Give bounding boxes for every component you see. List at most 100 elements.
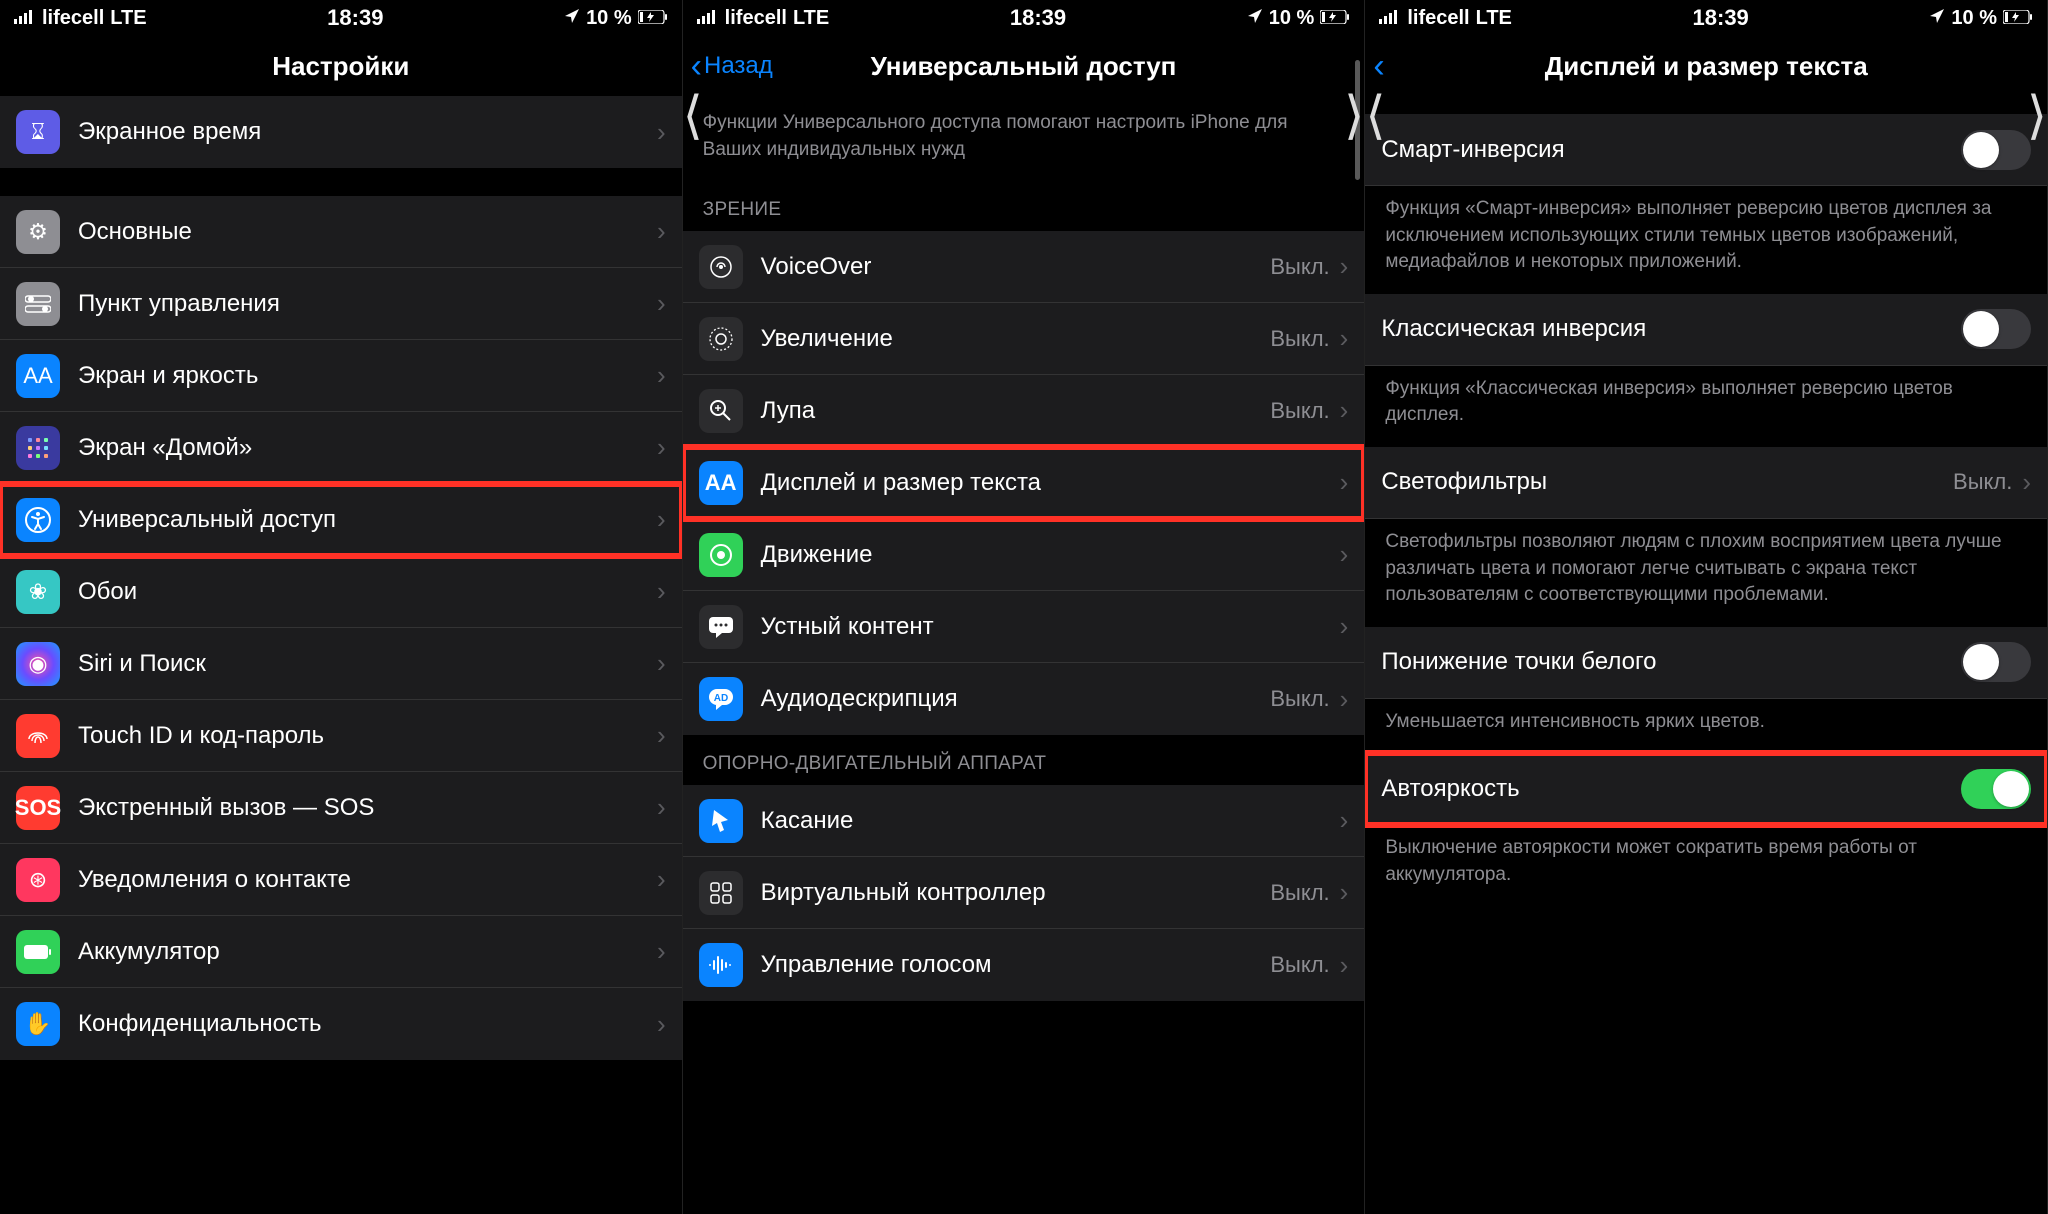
value: Выкл. — [1270, 398, 1329, 424]
label: Универсальный доступ — [78, 506, 657, 534]
network-label: LTE — [793, 7, 829, 30]
label: VoiceOver — [761, 253, 1271, 281]
row-voiceover[interactable]: VoiceOver Выкл. › — [683, 231, 1365, 303]
row-privacy[interactable]: ✋ Конфиденциальность › — [0, 988, 682, 1060]
label: Касание — [761, 807, 1340, 835]
row-display-text-size[interactable]: AA Дисплей и размер текста › — [683, 447, 1365, 519]
row-auto-brightness[interactable]: Автояркость — [1365, 753, 2047, 825]
screen-settings: lifecell LTE 18:39 10 % Настройки ⌛︎ Экр… — [0, 0, 683, 1214]
page-title: Дисплей и размер текста — [1545, 51, 1868, 82]
siri-icon: ◉ — [16, 642, 60, 686]
row-display-brightness[interactable]: AA Экран и яркость › — [0, 340, 682, 412]
back-button[interactable]: ‹ — [1373, 49, 1384, 83]
chevron-right-icon: › — [657, 504, 666, 535]
section-motor: ОПОРНО-ДВИГАТЕЛЬНЫЙ АППАРАТ — [683, 735, 1365, 785]
row-touch[interactable]: Касание › — [683, 785, 1365, 857]
battery-label: 10 % — [1269, 7, 1315, 30]
swipe-right-icon: ⟩ — [2027, 90, 2047, 142]
settings-list[interactable]: ⌛︎ Экранное время › ⚙︎ Основные › Пункт … — [0, 96, 682, 1214]
nav-header: Настройки — [0, 36, 682, 96]
nav-header: ‹ Назад Универсальный доступ — [683, 36, 1365, 96]
row-home-screen[interactable]: Экран «Домой» › — [0, 412, 682, 484]
row-voice-control[interactable]: Управление голосом Выкл. › — [683, 929, 1365, 1001]
color-filters-desc: Светофильтры позволяют людям с плохим во… — [1365, 519, 2047, 627]
row-exposure[interactable]: ⊛ Уведомления о контакте › — [0, 844, 682, 916]
label: Классическая инверсия — [1381, 315, 1961, 343]
row-siri-search[interactable]: ◉ Siri и Поиск › — [0, 628, 682, 700]
label: Понижение точки белого — [1381, 648, 1961, 676]
row-reduce-white-point[interactable]: Понижение точки белого — [1365, 627, 2047, 699]
battery-icon — [2003, 7, 2033, 30]
row-switch-control[interactable]: Виртуальный контроллер Выкл. › — [683, 857, 1365, 929]
value: Выкл. — [1953, 469, 2012, 495]
status-bar: lifecell LTE 18:39 10 % — [0, 0, 682, 36]
toggle-smart-invert[interactable] — [1961, 130, 2031, 170]
chevron-right-icon: › — [1340, 251, 1349, 282]
display-settings-list[interactable]: Смарт-инверсия Функция «Смарт-инверсия» … — [1365, 96, 2047, 1214]
label: Автояркость — [1381, 775, 1961, 803]
row-control-center[interactable]: Пункт управления › — [0, 268, 682, 340]
status-bar: lifecell LTE 18:39 10 % — [683, 0, 1365, 36]
chevron-right-icon: › — [657, 432, 666, 463]
chevron-left-icon: ‹ — [1373, 49, 1384, 83]
carrier-label: lifecell — [42, 7, 104, 30]
hand-icon: ✋ — [16, 1002, 60, 1046]
status-bar: lifecell LTE 18:39 10 % — [1365, 0, 2047, 36]
chevron-right-icon: › — [657, 216, 666, 247]
back-button[interactable]: ‹ Назад — [691, 49, 773, 83]
row-zoom[interactable]: Увеличение Выкл. › — [683, 303, 1365, 375]
label: Экранное время — [78, 118, 657, 146]
svg-text:AD: AD — [713, 693, 727, 704]
row-wallpaper[interactable]: ❀ Обои › — [0, 556, 682, 628]
battery-label: 10 % — [586, 7, 632, 30]
row-spoken[interactable]: Устный контент › — [683, 591, 1365, 663]
chevron-right-icon: › — [657, 720, 666, 751]
pointer-icon — [699, 799, 743, 843]
label: Движение — [761, 541, 1340, 569]
carrier-label: lifecell — [1407, 7, 1469, 30]
smart-invert-desc: Функция «Смарт-инверсия» выполняет ревер… — [1365, 186, 2047, 294]
chevron-right-icon: › — [657, 360, 666, 391]
row-screen-time[interactable]: ⌛︎ Экранное время › — [0, 96, 682, 168]
gear-icon: ⚙︎ — [16, 210, 60, 254]
waveform-icon — [699, 943, 743, 987]
chevron-right-icon: › — [657, 864, 666, 895]
row-magnifier[interactable]: Лупа Выкл. › — [683, 375, 1365, 447]
row-audio-description[interactable]: AD Аудиодескрипция Выкл. › — [683, 663, 1365, 735]
row-touch-id[interactable]: Touch ID и код-пароль › — [0, 700, 682, 772]
row-smart-invert[interactable]: Смарт-инверсия — [1365, 114, 2047, 186]
toggle-auto-brightness[interactable] — [1961, 769, 2031, 809]
zoom-icon — [699, 317, 743, 361]
row-battery[interactable]: Аккумулятор › — [0, 916, 682, 988]
speech-bubble-icon — [699, 605, 743, 649]
signal-icon — [697, 7, 719, 30]
label: Обои — [78, 578, 657, 606]
screen-accessibility: ⟨ ⟩ lifecell LTE 18:39 10 % ‹ Назад Унив… — [683, 0, 1366, 1214]
battery-icon — [638, 7, 668, 30]
label: Увеличение — [761, 325, 1271, 353]
value: Выкл. — [1270, 254, 1329, 280]
label: Аккумулятор — [78, 938, 657, 966]
label: Основные — [78, 218, 657, 246]
voiceover-icon — [699, 245, 743, 289]
accessibility-list[interactable]: Функции Универсального доступа помогают … — [683, 96, 1365, 1214]
chevron-right-icon: › — [1340, 805, 1349, 836]
chevron-right-icon: › — [1340, 395, 1349, 426]
toggle-reduce-white[interactable] — [1961, 642, 2031, 682]
row-general[interactable]: ⚙︎ Основные › — [0, 196, 682, 268]
row-classic-invert[interactable]: Классическая инверсия — [1365, 294, 2047, 366]
row-motion[interactable]: Движение › — [683, 519, 1365, 591]
toggle-classic-invert[interactable] — [1961, 309, 2031, 349]
battery-full-icon — [16, 930, 60, 974]
row-accessibility[interactable]: Универсальный доступ › — [0, 484, 682, 556]
chevron-right-icon: › — [657, 117, 666, 148]
location-icon — [1929, 7, 1945, 30]
row-sos[interactable]: SOS Экстренный вызов — SOS › — [0, 772, 682, 844]
grid-icon — [16, 426, 60, 470]
battery-icon — [1320, 7, 1350, 30]
chevron-right-icon: › — [657, 792, 666, 823]
row-color-filters[interactable]: Светофильтры Выкл. › — [1365, 447, 2047, 519]
intro-text: Функции Универсального доступа помогают … — [683, 96, 1365, 181]
auto-brightness-desc: Выключение автояркости может сократить в… — [1365, 825, 2047, 906]
text-size-icon: AA — [699, 461, 743, 505]
